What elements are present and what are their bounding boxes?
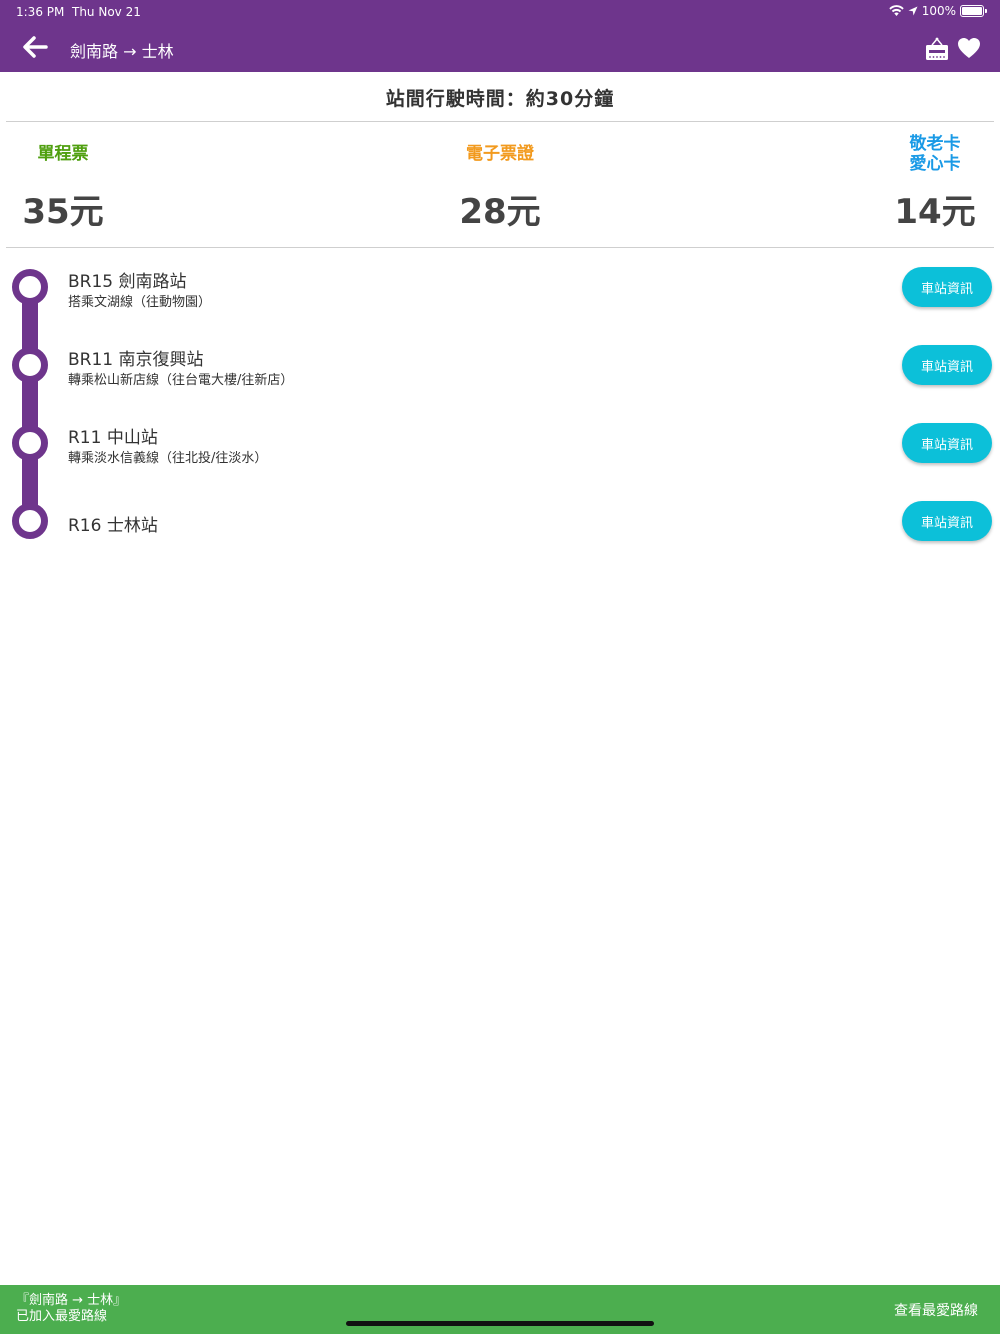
station-info-button[interactable]: 車站資訊 <box>902 267 992 307</box>
route-detail-screen: 1:36 PM Thu Nov 21 100% 劍南路 → 士林 站間行駛時間：… <box>0 0 1000 1334</box>
station-transfer-note: 轉乘松山新店線（往台電大樓/往新店） <box>68 373 294 388</box>
battery-fill <box>962 7 982 15</box>
station-name: BR15 劍南路站 <box>68 272 187 292</box>
battery-percent: 100% <box>921 4 956 18</box>
home-indicator <box>346 1321 654 1326</box>
station-transfer-note: 搭乘文湖線（往動物園） <box>68 295 212 310</box>
station-transfer-note: 轉乘淡水信義線（往北投/往淡水） <box>68 451 268 466</box>
back-button[interactable] <box>20 33 50 61</box>
station-info-button[interactable]: 車站資訊 <box>902 423 992 463</box>
snackbar-message: 『劍南路 → 士林』 已加入最愛路線 <box>16 1293 126 1325</box>
view-favorites-button[interactable]: 查看最愛路線 <box>894 1300 978 1320</box>
snackbar-status: 已加入最愛路線 <box>16 1309 108 1324</box>
station-info-button[interactable]: 車站資訊 <box>902 345 992 385</box>
top-bar: 1:36 PM Thu Nov 21 100% 劍南路 → 士林 <box>0 0 1000 72</box>
status-bar: 1:36 PM Thu Nov 21 100% <box>0 0 1000 24</box>
status-time: 1:36 PM <box>16 5 65 19</box>
station-name: R16 士林站 <box>68 516 158 536</box>
travel-time: 站間行駛時間：約30分鐘 <box>385 87 615 110</box>
station-info-button[interactable]: 車站資訊 <box>902 501 992 541</box>
location-arrow-icon <box>908 6 918 16</box>
status-date: Thu Nov 21 <box>72 5 141 19</box>
fare-label-single-ticket: 單程票 <box>37 144 89 164</box>
snackbar: 『劍南路 → 士林』 已加入最愛路線 查看最愛路線 <box>0 1285 1000 1334</box>
snackbar-route: 『劍南路 → 士林』 <box>16 1293 127 1308</box>
fare-value-e-ticket: 28元 <box>459 192 541 232</box>
station-name: R11 中山站 <box>68 428 158 448</box>
page-title: 劍南路 → 士林 <box>70 42 174 61</box>
route-line <box>22 287 38 521</box>
favorite-button[interactable] <box>957 37 981 59</box>
fare-label-charity: 愛心卡 <box>909 154 961 174</box>
heart-icon <box>958 38 980 58</box>
station-node <box>12 503 48 539</box>
hotel-sign-icon <box>926 37 948 60</box>
battery-icon <box>960 5 987 17</box>
back-arrow-icon <box>23 36 48 58</box>
divider <box>6 121 994 122</box>
station-node <box>12 347 48 383</box>
hotel-button[interactable] <box>924 36 950 62</box>
status-right: 100% <box>888 4 987 18</box>
fare-label-senior: 敬老卡 <box>909 134 961 154</box>
divider <box>6 247 994 248</box>
station-node <box>12 269 48 305</box>
fare-value-senior-card: 14元 <box>894 192 976 232</box>
wifi-icon <box>888 5 904 16</box>
fare-value-single-ticket: 35元 <box>22 192 104 232</box>
station-name: BR11 南京復興站 <box>68 350 204 370</box>
fare-label-senior-card: 敬老卡 愛心卡 <box>880 134 990 174</box>
station-node <box>12 425 48 461</box>
fare-label-e-ticket: 電子票證 <box>466 144 534 164</box>
